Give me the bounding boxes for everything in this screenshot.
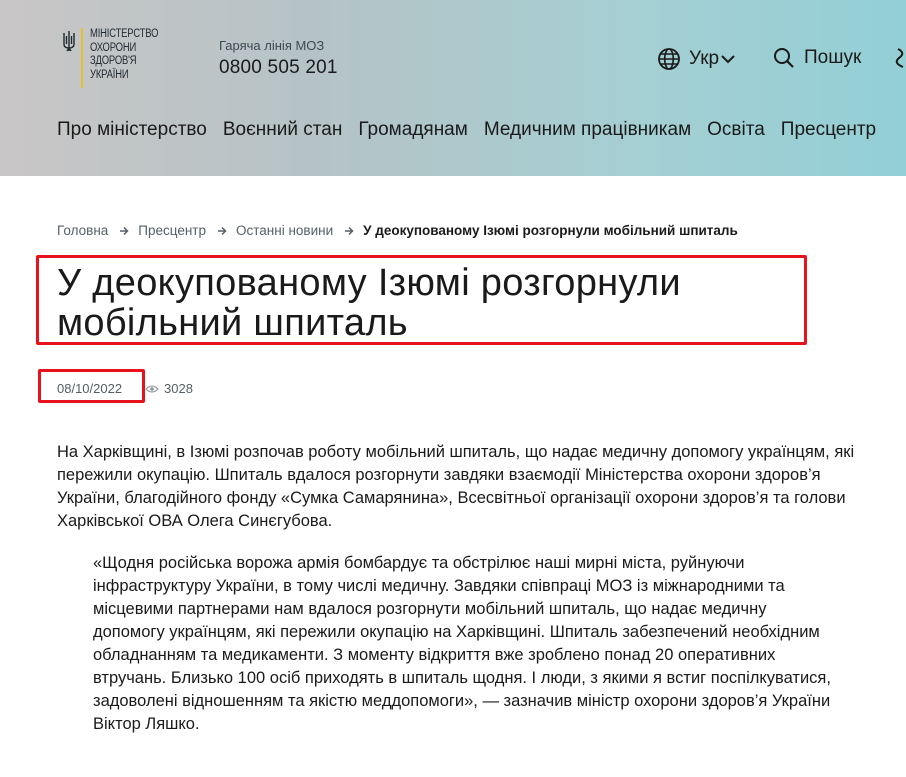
breadcrumb-press-center[interactable]: Пресцентр [138,223,206,238]
globe-icon [658,48,680,70]
breadcrumb-latest-news[interactable]: Останні новини [236,223,333,238]
arrow-right-icon [119,226,129,236]
main-nav: Про міністерство Воєнний стан Громадянам… [57,119,892,141]
language-selector[interactable]: Укр [657,47,735,71]
hotline-label: Гаряча лінія МОЗ [219,38,325,53]
breadcrumb-current: У деокупованому Ізюмі розгорнули мобільн… [363,223,738,238]
view-count-value: 3028 [164,381,193,396]
nav-item-citizens[interactable]: Громадянам [358,119,467,141]
hotline-number[interactable]: 0800 505 201 [219,57,338,79]
article-lead-paragraph: На Харківщині, в Ізюмі розпочав роботу м… [57,443,855,530]
search-icon [774,48,794,68]
nav-item-about-ministry[interactable]: Про міністерство [57,119,207,141]
search-button[interactable]: Пошук [773,47,861,69]
logo-accent-bar [81,28,83,88]
logo-line: Міністерство [90,28,159,40]
chevron-down-icon [721,55,735,64]
nav-item-press-center[interactable]: Пресцентр [781,119,876,141]
view-count: 3028 [145,381,193,396]
site-header: Міністерство охорони здоров'я України Га… [0,0,906,176]
logo-line: України [90,68,129,81]
article-quote: «Щодня російська ворожа армія бомбардує … [93,554,831,733]
logo-line: охорони [90,41,137,54]
hotline: Гаряча лінія МОЗ 0800 505 201 [219,38,338,79]
nav-item-education[interactable]: Освіта [707,119,765,141]
arrow-right-icon [344,226,354,236]
article-title: У деокупованому Ізюмі розгорнули мобільн… [57,262,681,344]
search-label: Пошук [804,47,862,68]
logo-text: Міністерство охорони здоров'я України [90,28,158,88]
language-label: Укр [689,48,720,69]
trident-icon [63,31,75,52]
breadcrumb-home[interactable]: Головна [57,223,108,238]
breadcrumb: Головна Пресцентр Останні новини У деоку… [57,223,738,238]
moz-logo[interactable]: Міністерство охорони здоров'я України [62,28,173,88]
accessibility-icon[interactable] [895,47,906,69]
nav-item-medical-workers[interactable]: Медичним працівникам [484,119,691,141]
nav-item-martial-law[interactable]: Воєнний стан [223,119,342,141]
arrow-right-icon [217,226,227,236]
logo-line: здоров'я [90,55,137,67]
article-date: 08/10/2022 [57,381,123,396]
eye-icon [145,384,159,393]
